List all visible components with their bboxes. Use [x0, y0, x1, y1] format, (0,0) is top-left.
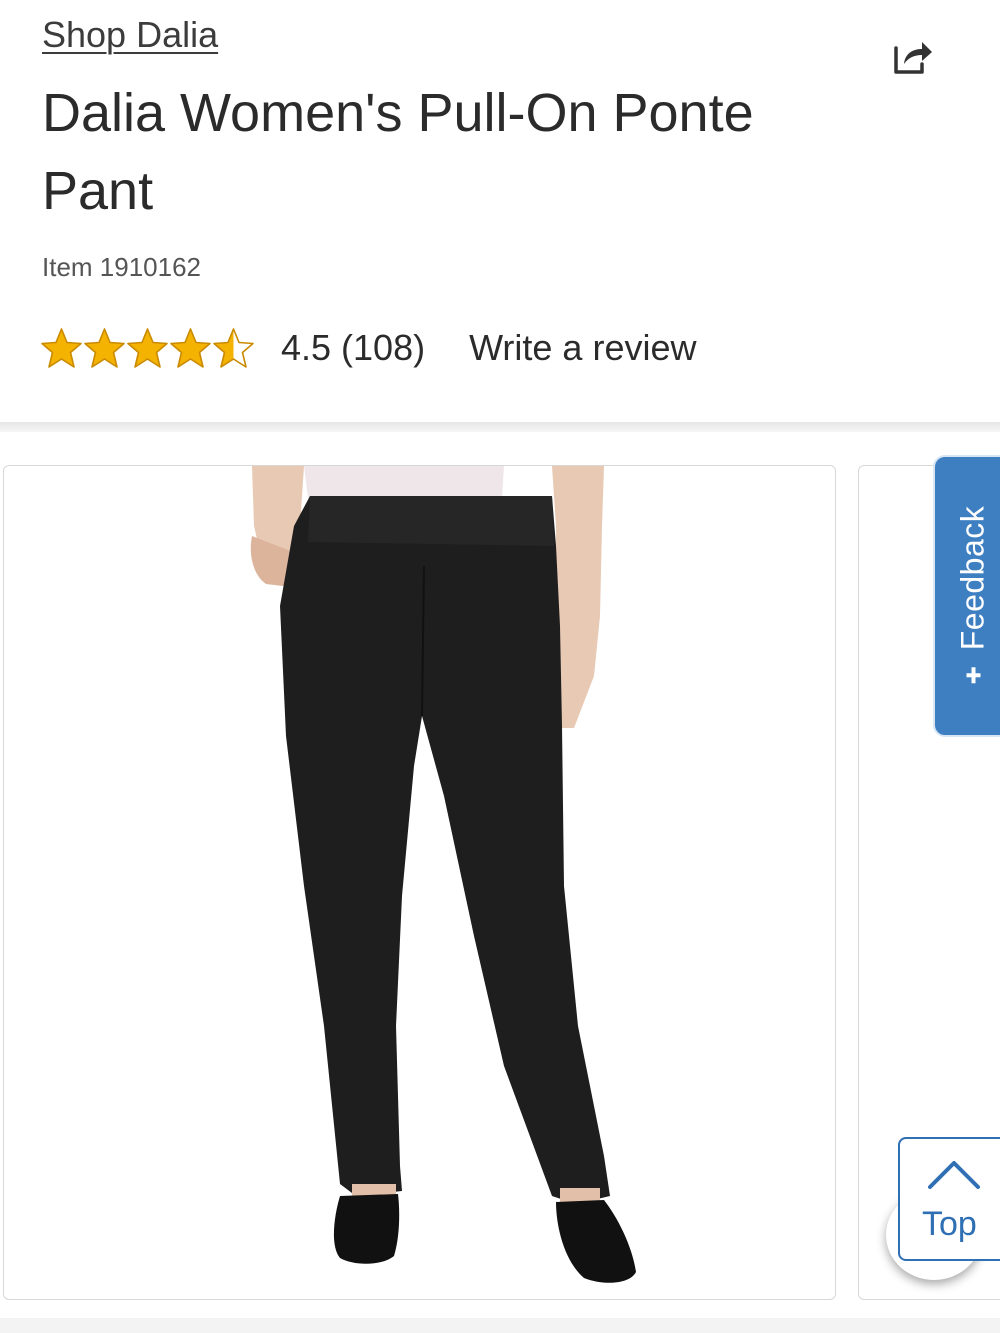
star-rating[interactable] — [40, 327, 255, 370]
feedback-icon — [966, 667, 980, 684]
star-icon — [84, 327, 125, 368]
product-image — [250, 466, 636, 1283]
chevron-up-icon — [928, 1161, 980, 1189]
star-icon — [127, 327, 168, 368]
write-review-link[interactable]: Write a review — [469, 327, 696, 369]
star-icon — [41, 327, 82, 368]
rating-summary[interactable]: 4.5 (108) — [281, 327, 425, 369]
feedback-button[interactable]: Feedback — [933, 455, 1000, 737]
shop-brand-link[interactable]: Shop Dalia — [42, 14, 218, 56]
product-page: Shop Dalia Dalia Women's Pull-On Ponte P… — [0, 0, 1000, 1333]
star-icon — [213, 327, 254, 368]
product-image-card[interactable] — [3, 465, 836, 1300]
bottom-divider — [0, 1318, 1000, 1333]
share-icon — [894, 42, 932, 74]
star-icon — [170, 327, 211, 368]
rating-row: 4.5 (108) Write a review — [40, 322, 696, 374]
feedback-label: Feedback — [954, 505, 991, 651]
back-to-top-button[interactable]: Top — [898, 1137, 1000, 1261]
section-divider — [0, 422, 1000, 432]
product-title: Dalia Women's Pull-On Ponte Pant — [42, 83, 754, 221]
back-to-top-label: Top — [922, 1205, 977, 1243]
share-button[interactable] — [888, 34, 936, 78]
feedback-content: Feedback — [955, 506, 992, 687]
item-number: Item 1910162 — [42, 252, 202, 282]
